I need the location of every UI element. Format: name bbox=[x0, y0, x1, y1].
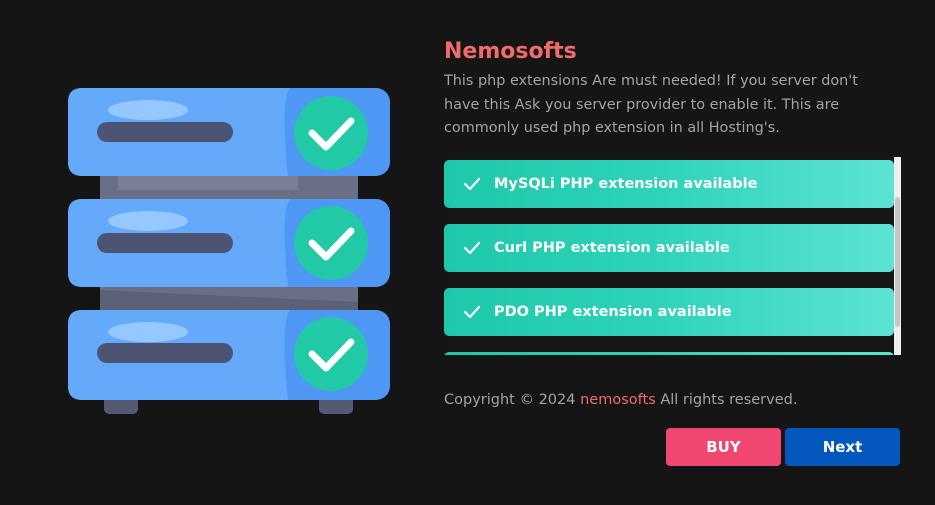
check-icon bbox=[463, 305, 481, 319]
server-unit-1 bbox=[68, 88, 390, 176]
server-unit-2 bbox=[68, 199, 390, 287]
extension-item-partial bbox=[444, 352, 894, 355]
extension-item-pdo: PDO PHP extension available bbox=[444, 288, 894, 336]
scrollbar[interactable] bbox=[894, 157, 901, 355]
server-illustration bbox=[60, 80, 400, 420]
page-title: Nemosofts bbox=[444, 39, 577, 64]
extension-item-mysqli: MySQLi PHP extension available bbox=[444, 160, 894, 208]
buy-button[interactable]: BUY bbox=[666, 428, 781, 466]
server-unit-3 bbox=[68, 310, 390, 400]
server-rack-check-icon bbox=[68, 88, 390, 414]
extension-label: MySQLi PHP extension available bbox=[494, 176, 758, 192]
scrollbar-thumb[interactable] bbox=[895, 197, 900, 327]
extension-list: MySQLi PHP extension available Curl PHP … bbox=[444, 160, 894, 355]
extension-item-curl: Curl PHP extension available bbox=[444, 224, 894, 272]
next-button[interactable]: Next bbox=[785, 428, 900, 466]
brand-link[interactable]: nemosofts bbox=[580, 392, 656, 408]
check-icon bbox=[463, 241, 481, 255]
copyright-prefix: Copyright © 2024 bbox=[444, 392, 576, 408]
extension-label: PDO PHP extension available bbox=[494, 304, 732, 320]
check-icon bbox=[463, 177, 481, 191]
extension-label: Curl PHP extension available bbox=[494, 240, 730, 256]
extension-list-panel[interactable]: MySQLi PHP extension available Curl PHP … bbox=[444, 157, 901, 355]
copyright-suffix: All rights reserved. bbox=[660, 392, 798, 408]
description-text: This php extensions Are must needed! If … bbox=[444, 73, 858, 136]
copyright-text: Copyright © 2024 nemosofts All rights re… bbox=[444, 389, 797, 411]
